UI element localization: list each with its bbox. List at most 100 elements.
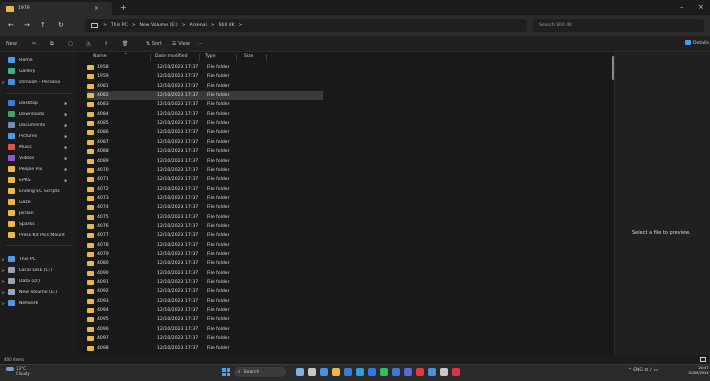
app-icon[interactable]	[452, 368, 460, 376]
sidebar-item[interactable]: > Local Disk (C:)	[0, 265, 77, 275]
sidebar-item[interactable]: > Data (D:)	[0, 276, 77, 286]
sidebar-item[interactable]: Jordan	[0, 208, 77, 218]
sidebar-item[interactable]: v This PC	[0, 254, 77, 264]
sidebar-item[interactable]: Sparks	[0, 219, 77, 229]
table-row[interactable]: 4073 12/10/2023 17:37 File folder	[87, 194, 323, 203]
new-button[interactable]: New	[6, 41, 17, 47]
weather-widget[interactable]: 13°C Cloudy	[6, 366, 30, 376]
chevron-icon[interactable]: >	[0, 290, 6, 295]
refresh-button[interactable]: ↻	[58, 21, 64, 29]
chevron-icon[interactable]: v	[0, 257, 6, 262]
table-row[interactable]: 4089 12/10/2023 17:37 File folder	[87, 157, 323, 166]
sidebar-item[interactable]: Downloads ✱	[0, 109, 77, 119]
chevron-icon[interactable]: >	[0, 301, 6, 306]
table-row[interactable]: 4098 12/10/2023 17:37 File folder	[87, 344, 323, 353]
table-row[interactable]: 1958 12/10/2023 17:37 File folder	[87, 63, 323, 72]
app-icon[interactable]	[404, 368, 412, 376]
table-row[interactable]: 4082 12/10/2023 17:37 File folder	[87, 91, 323, 101]
breadcrumb-this-pc[interactable]: This PC	[111, 23, 128, 28]
clock[interactable]: 20:47 10/09/2024	[688, 366, 709, 375]
table-row[interactable]: 4084 12/10/2023 17:37 File folder	[87, 110, 323, 119]
table-row[interactable]: 4088 12/10/2023 17:37 File folder	[87, 147, 323, 156]
outlook-icon[interactable]	[392, 368, 400, 376]
sidebar-item[interactable]: Press Kit Pics Mount	[0, 230, 77, 240]
table-row[interactable]: 4074 12/10/2023 17:37 File folder	[87, 203, 323, 212]
photoshop-icon[interactable]	[368, 368, 376, 376]
details-button[interactable]: Details	[685, 40, 709, 46]
sidebar-item[interactable]: > Network	[0, 298, 77, 308]
table-row[interactable]: 4094 12/10/2023 17:37 File folder	[87, 306, 323, 315]
minimize-button[interactable]: –	[680, 3, 684, 11]
cut-icon[interactable]: ✂	[32, 41, 36, 47]
sidebar-item[interactable]: Documents ✱	[0, 120, 77, 130]
edge-icon[interactable]	[356, 368, 364, 376]
table-row[interactable]: 4091 12/10/2023 17:37 File folder	[87, 278, 323, 287]
new-tab-button[interactable]: +	[120, 3, 127, 12]
breadcrumb-arsenal[interactable]: Arsenal	[189, 23, 206, 28]
task-view-icon[interactable]	[308, 368, 316, 376]
sidebar-item[interactable]: Videos ✱	[0, 153, 77, 163]
paste-icon[interactable]: ▢	[68, 41, 73, 47]
back-button[interactable]: ←	[8, 21, 14, 29]
sidebar-item[interactable]: People Pix ✱	[0, 164, 77, 174]
table-row[interactable]: 4078 12/10/2023 17:37 File folder	[87, 241, 323, 250]
up-button[interactable]: ↑	[40, 21, 46, 29]
chevron-icon[interactable]: >	[0, 279, 6, 284]
chevron-icon[interactable]: >	[0, 80, 6, 85]
column-name[interactable]: Name	[93, 54, 107, 59]
app-icon[interactable]	[440, 368, 448, 376]
column-divider[interactable]	[199, 54, 200, 61]
view-toggle-icon[interactable]	[700, 357, 706, 362]
sidebar-item[interactable]: Ending EC Scripts	[0, 186, 77, 196]
sort-button[interactable]: ⇅ Sort	[146, 41, 162, 47]
breadcrumb-still-4k[interactable]: Still 4K	[219, 23, 235, 28]
start-button[interactable]	[222, 368, 230, 376]
table-row[interactable]: 4075 12/10/2023 17:37 File folder	[87, 213, 323, 222]
table-row[interactable]: 4081 12/10/2023 17:37 File folder	[87, 82, 323, 91]
chrome-icon[interactable]	[320, 368, 328, 376]
column-divider[interactable]	[150, 54, 151, 61]
sidebar-item[interactable]: Gallery	[0, 66, 77, 76]
table-row[interactable]: 4077 12/10/2023 17:37 File folder	[87, 231, 323, 240]
table-row[interactable]: 1959 12/10/2023 17:37 File folder	[87, 72, 323, 81]
sidebar-item[interactable]: > shmooh - Persona	[0, 77, 77, 87]
column-size[interactable]: Size	[244, 54, 253, 59]
taskbar-search[interactable]: ⌕ Search	[234, 367, 286, 377]
rename-icon[interactable]: Ⓐ	[86, 41, 91, 48]
forward-button[interactable]: →	[24, 21, 30, 29]
table-row[interactable]: 4095 12/10/2023 17:37 File folder	[87, 315, 323, 324]
chevron-icon[interactable]: >	[0, 268, 6, 273]
system-tray[interactable]: ^ ENG ⊡ ♪ ▭	[628, 368, 658, 373]
table-row[interactable]: 4090 12/10/2023 17:37 File folder	[87, 269, 323, 278]
table-row[interactable]: 4085 12/10/2023 17:37 File folder	[87, 119, 323, 128]
table-row[interactable]: 4096 12/10/2023 17:37 File folder	[87, 325, 323, 334]
spotify-icon[interactable]	[380, 368, 388, 376]
table-row[interactable]: 4093 12/10/2023 17:37 File folder	[87, 297, 323, 306]
more-options-button[interactable]: ···	[198, 41, 203, 47]
file-explorer-icon[interactable]	[332, 368, 340, 376]
netflix-icon[interactable]	[416, 368, 424, 376]
delete-icon[interactable]: 🗑	[122, 41, 128, 47]
view-button[interactable]: ☰ View	[172, 41, 190, 47]
share-icon[interactable]: ⇪	[104, 41, 108, 47]
sidebar-item[interactable]: Desktop ✱	[0, 98, 77, 108]
tab-close-icon[interactable]: ×	[94, 5, 99, 12]
table-row[interactable]: 4083 12/10/2023 17:37 File folder	[87, 100, 323, 109]
table-row[interactable]: 4076 12/10/2023 17:37 File folder	[87, 222, 323, 231]
copy-icon[interactable]: ⧉	[50, 41, 54, 47]
search-input[interactable]: Search Still 4K	[533, 19, 704, 32]
breadcrumb-new-volume[interactable]: New Volume (E:)	[140, 23, 178, 28]
table-row[interactable]: 4086 12/10/2023 17:37 File folder	[87, 128, 323, 137]
close-window-button[interactable]: ×	[698, 3, 704, 11]
copilot-icon[interactable]	[296, 368, 304, 376]
sidebar-item[interactable]: Home	[0, 55, 77, 65]
column-divider[interactable]	[236, 54, 237, 61]
address-bar[interactable]: > This PC > New Volume (E:) > Arsenal > …	[85, 19, 527, 32]
table-row[interactable]: 4092 12/10/2023 17:37 File folder	[87, 287, 323, 296]
sidebar-item[interactable]: Gaze	[0, 197, 77, 207]
table-row[interactable]: 4080 12/10/2023 17:37 File folder	[87, 259, 323, 268]
sidebar-item[interactable]: Music ✱	[0, 142, 77, 152]
column-divider[interactable]	[266, 54, 267, 61]
sidebar-item[interactable]: EPKS ✱	[0, 175, 77, 185]
column-type[interactable]: Type	[205, 54, 216, 59]
